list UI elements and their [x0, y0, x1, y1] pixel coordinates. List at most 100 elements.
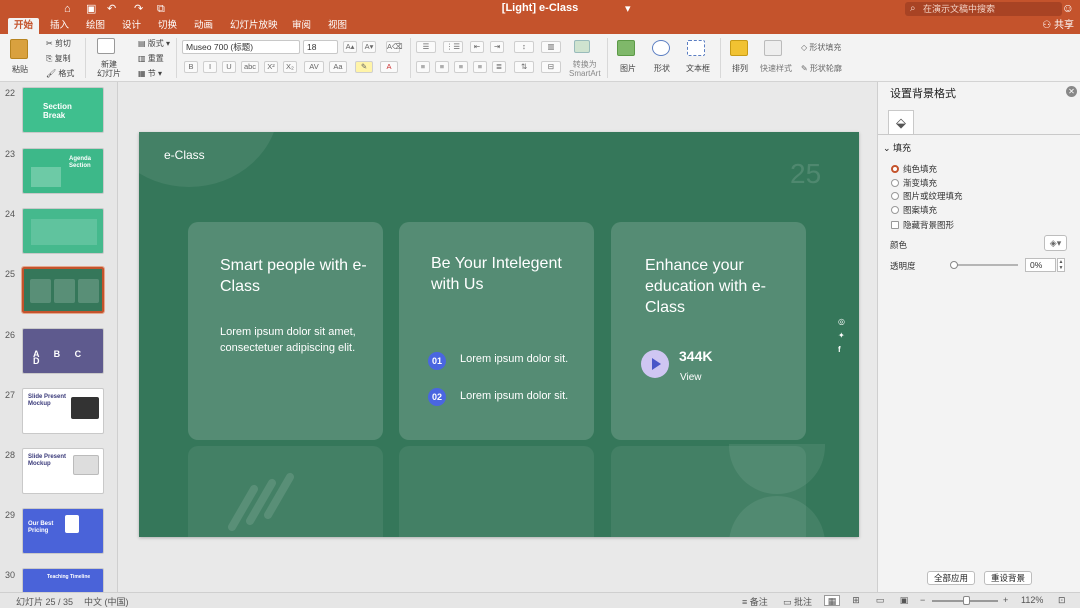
- thumbnail-slide-25[interactable]: [21, 266, 105, 314]
- arrange-icon[interactable]: [730, 40, 748, 56]
- decrease-indent-button[interactable]: ⇤: [470, 41, 484, 53]
- align-right-button[interactable]: ≡: [454, 61, 468, 73]
- clear-format-button[interactable]: A⌫: [386, 41, 403, 53]
- transparency-slider-track[interactable]: [952, 264, 1018, 266]
- paste-icon[interactable]: [10, 39, 28, 59]
- layout-button[interactable]: ▤ 版式 ▾: [138, 38, 170, 49]
- columns-button[interactable]: ▥: [541, 41, 561, 53]
- close-icon[interactable]: ✕: [1066, 86, 1077, 97]
- thumbnail-slide-24[interactable]: [22, 208, 104, 254]
- zoom-out-icon[interactable]: −: [920, 595, 925, 605]
- copy-button[interactable]: ⎘ 复制: [46, 53, 71, 64]
- font-name-select[interactable]: Museo 700 (标题): [182, 40, 300, 54]
- thumbnail-slide-28[interactable]: Slide Present Mockup: [22, 448, 104, 494]
- textbox-button[interactable]: 文本框: [686, 63, 710, 74]
- strikethrough-button[interactable]: abc: [241, 61, 259, 73]
- shrink-font-button[interactable]: A▾: [362, 41, 376, 53]
- bold-button[interactable]: B: [184, 61, 198, 73]
- slide-sorter-icon[interactable]: ⊞: [848, 595, 864, 606]
- color-picker-button[interactable]: ◈▾: [1044, 235, 1067, 251]
- thumbnail-slide-27[interactable]: Slide Present Mockup: [22, 388, 104, 434]
- picture-button[interactable]: 图片: [620, 63, 636, 74]
- card-enhance-education[interactable]: Enhance your education with e-Class 344K…: [611, 222, 806, 440]
- card-smart-people[interactable]: Smart people with e-Class Lorem ipsum do…: [188, 222, 383, 440]
- radio-pattern-fill[interactable]: 图案填充: [891, 204, 937, 216]
- normal-view-icon[interactable]: ▦: [824, 595, 840, 606]
- font-color-button[interactable]: A: [380, 61, 398, 73]
- search-input[interactable]: ⌕ 在演示文稿中搜索: [905, 2, 1062, 16]
- tab-home[interactable]: 开始: [8, 18, 40, 34]
- tab-view[interactable]: 视图: [322, 18, 353, 34]
- tab-slideshow[interactable]: 幻灯片放映: [224, 18, 284, 34]
- paste-button[interactable]: 粘贴: [12, 64, 28, 75]
- notes-button[interactable]: ≡ 备注: [742, 595, 768, 608]
- radio-solid-fill[interactable]: 纯色填充: [891, 163, 937, 175]
- align-text-button[interactable]: ⊟: [541, 61, 561, 73]
- italic-button[interactable]: I: [203, 61, 217, 73]
- customize-toolbar-icon[interactable]: ▾: [625, 2, 631, 16]
- change-case-button[interactable]: Aa: [329, 61, 347, 73]
- save-icon[interactable]: ▣: [86, 2, 96, 16]
- apply-to-all-button[interactable]: 全部应用: [927, 571, 976, 585]
- hide-background-checkbox[interactable]: 隐藏背景图形: [891, 219, 954, 231]
- distribute-button[interactable]: ≣: [492, 61, 506, 73]
- tab-animations[interactable]: 动画: [188, 18, 219, 34]
- section-button[interactable]: ▦ 节 ▾: [138, 68, 162, 79]
- account-icon[interactable]: ☺: [1062, 1, 1074, 15]
- numbering-button[interactable]: ⋮☰: [443, 41, 463, 53]
- comments-button[interactable]: ▭ 批注: [783, 595, 812, 608]
- thumbnail-slide-29[interactable]: Our Best Pricing: [22, 508, 104, 554]
- shape-outline-button[interactable]: ✎ 形状轮廓: [801, 63, 842, 74]
- shapes-icon[interactable]: [652, 40, 670, 56]
- bullets-button[interactable]: ☰: [416, 41, 436, 53]
- radio-gradient-fill[interactable]: 渐变填充: [891, 177, 937, 189]
- arrange-button[interactable]: 排列: [732, 63, 748, 74]
- slide-brand[interactable]: e-Class: [164, 148, 205, 162]
- play-icon[interactable]: [641, 350, 669, 378]
- smartart-icon[interactable]: [574, 40, 590, 53]
- language-indicator[interactable]: 中文 (中国): [84, 595, 129, 608]
- underline-button[interactable]: U: [222, 61, 236, 73]
- convert-smartart-button[interactable]: 转换为 SmartArt: [569, 60, 601, 78]
- thumbnail-slide-23[interactable]: Agenda Section: [22, 148, 104, 194]
- align-left-button[interactable]: ≡: [416, 61, 430, 73]
- reset-background-button[interactable]: 重设背景: [984, 571, 1033, 585]
- fit-to-window-icon[interactable]: ⊡: [1058, 595, 1066, 606]
- highlight-button[interactable]: ✎: [355, 61, 373, 73]
- transparency-input[interactable]: 0%: [1025, 258, 1056, 272]
- undo-icon[interactable]: ↶: [107, 2, 116, 16]
- transparency-stepper[interactable]: ▲ ▼: [1057, 258, 1065, 272]
- reading-view-icon[interactable]: ▭: [872, 595, 888, 606]
- textbox-icon[interactable]: [687, 40, 705, 56]
- fill-tab-icon[interactable]: ⬙: [888, 110, 914, 134]
- tab-draw[interactable]: 绘图: [80, 18, 111, 34]
- quick-styles-icon[interactable]: [764, 40, 782, 56]
- transparency-slider-handle[interactable]: [950, 261, 958, 269]
- present-icon[interactable]: ⧉: [157, 2, 165, 16]
- format-painter-button[interactable]: 🖌 格式: [46, 68, 74, 79]
- picture-icon[interactable]: [617, 40, 635, 56]
- card-be-intelegent[interactable]: Be Your Intelegent with Us 01 Lorem ipsu…: [399, 222, 594, 440]
- new-slide-icon[interactable]: [97, 38, 115, 54]
- font-size-select[interactable]: 18: [303, 40, 338, 54]
- twitter-icon[interactable]: ✦: [838, 331, 845, 340]
- quick-styles-button[interactable]: 快速样式: [760, 63, 792, 74]
- new-slide-button[interactable]: 新建 幻灯片: [97, 60, 121, 78]
- cut-button[interactable]: ✂ 剪切: [46, 38, 71, 49]
- slide-page-number[interactable]: 25: [790, 158, 821, 190]
- reset-button[interactable]: ▥ 重置: [138, 53, 164, 64]
- shape-button[interactable]: 形状: [654, 63, 670, 74]
- radio-picture-fill[interactable]: 图片或纹理填充: [891, 190, 963, 202]
- thumbnail-slide-26[interactable]: A B C D: [22, 328, 104, 374]
- thumbnail-slide-30[interactable]: Teaching Timeline: [22, 568, 104, 592]
- zoom-slider-handle[interactable]: [963, 596, 970, 605]
- tab-review[interactable]: 审阅: [286, 18, 317, 34]
- share-button[interactable]: ⚇ 共享: [1042, 18, 1074, 34]
- tab-transitions[interactable]: 切换: [152, 18, 183, 34]
- justify-button[interactable]: ≡: [473, 61, 487, 73]
- char-spacing-button[interactable]: AV: [304, 61, 324, 73]
- redo-icon[interactable]: ↷: [134, 2, 143, 16]
- instagram-icon[interactable]: ◎: [838, 317, 845, 326]
- zoom-level[interactable]: 112%: [1021, 595, 1043, 605]
- subscript-button[interactable]: X₂: [283, 61, 297, 73]
